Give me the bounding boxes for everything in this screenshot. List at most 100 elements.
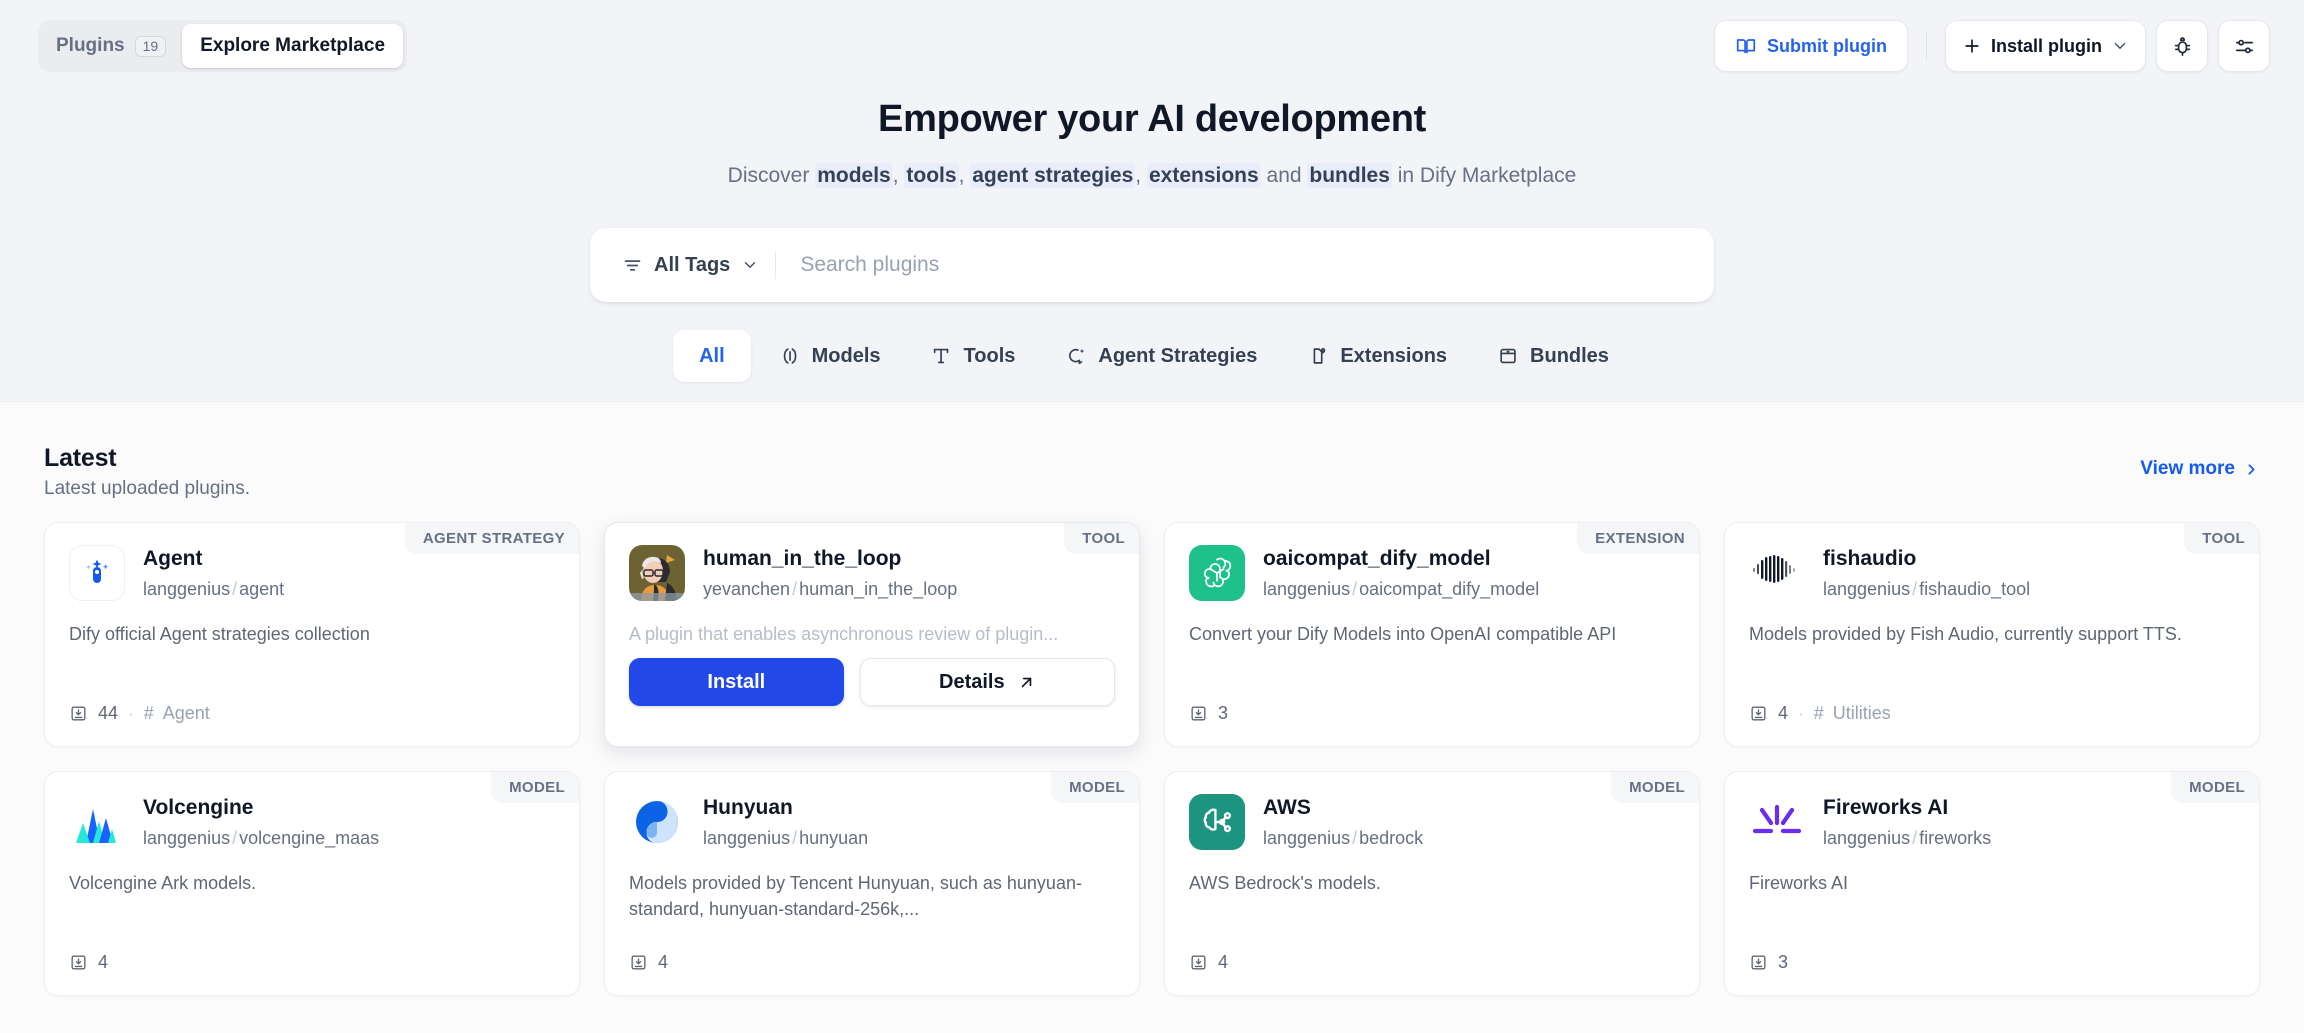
- plugin-name: Agent: [143, 545, 284, 573]
- tab-models-label: Models: [812, 345, 881, 368]
- tab-extensions[interactable]: Extensions: [1285, 330, 1469, 382]
- nav-tab-explore-marketplace[interactable]: Explore Marketplace: [182, 24, 403, 68]
- tools-icon: [931, 345, 953, 367]
- subtitle-link-extensions[interactable]: extensions: [1147, 163, 1261, 188]
- subtitle-link-agent-strategies[interactable]: agent strategies: [970, 163, 1135, 188]
- plugin-description: Volcengine Ark models.: [69, 870, 555, 896]
- debug-button[interactable]: [2156, 20, 2208, 72]
- tag-filter-dropdown[interactable]: All Tags: [590, 254, 775, 277]
- download-count: 4: [1778, 703, 1788, 724]
- hunyuan-icon: [629, 794, 685, 850]
- volcengine-icon: [69, 794, 125, 850]
- settings-button[interactable]: [2218, 20, 2270, 72]
- plugin-card-header: Fireworks AI langgenius/fireworks: [1749, 794, 2235, 850]
- plugin-card-hunyuan[interactable]: MODEL Hunyuan langgenius/hunyuan: [604, 771, 1140, 996]
- section-title: Latest: [44, 444, 2260, 473]
- plugin-meta: 3: [1749, 952, 1788, 973]
- plugin-name: oaicompat_dify_model: [1263, 545, 1539, 573]
- install-plugin-button[interactable]: Install plugin: [1945, 20, 2146, 72]
- details-button-label: Details: [939, 671, 1005, 694]
- plugin-description: Models provided by Fish Audio, currently…: [1749, 621, 2235, 647]
- hero-section: Plugins 19 Explore Marketplace Submit pl…: [0, 0, 2304, 402]
- submit-plugin-button[interactable]: Submit plugin: [1714, 20, 1908, 72]
- plugin-repo: langgenius/oaicompat_dify_model: [1263, 577, 1539, 601]
- plugin-card-header: human_in_the_loop yevanchen/human_in_the…: [629, 545, 1115, 601]
- plugin-org: langgenius: [1263, 579, 1350, 599]
- details-button[interactable]: Details: [860, 658, 1115, 706]
- content-area: Latest Latest uploaded plugins. View mor…: [0, 402, 2304, 996]
- tab-tools[interactable]: Tools: [909, 330, 1038, 382]
- plugin-meta: 4: [69, 952, 108, 973]
- plugin-card-header: Hunyuan langgenius/hunyuan: [629, 794, 1115, 850]
- aws-bedrock-icon: [1189, 794, 1245, 850]
- plugin-card-agent[interactable]: AGENT STRATEGY Agent langgenius/agent: [44, 522, 580, 747]
- plugin-card-fireworks-ai[interactable]: MODEL Fireworks AI langgenius/fireworks: [1724, 771, 2260, 996]
- plugin-org: langgenius: [1823, 828, 1910, 848]
- plugin-name: Volcengine: [143, 794, 379, 822]
- plugin-identity: Hunyuan langgenius/hunyuan: [703, 794, 868, 850]
- plugin-card-fishaudio[interactable]: TOOL: [1724, 522, 2260, 747]
- meta-separator: ·: [1798, 704, 1804, 724]
- subtitle-link-bundles[interactable]: bundles: [1307, 163, 1392, 188]
- download-icon: [1189, 953, 1208, 972]
- plugin-meta: 44 · # Agent: [69, 703, 210, 724]
- submit-plugin-label: Submit plugin: [1767, 36, 1887, 57]
- plugin-description: Convert your Dify Models into OpenAI com…: [1189, 621, 1675, 647]
- plugin-repo-name: bedrock: [1359, 828, 1423, 848]
- plugin-repo-name: volcengine_maas: [239, 828, 379, 848]
- download-icon: [1189, 704, 1208, 723]
- plugin-description: Dify official Agent strategies collectio…: [69, 621, 555, 647]
- nav-tab-plugins-label: Plugins: [56, 35, 125, 57]
- subtitle-link-tools[interactable]: tools: [904, 163, 958, 188]
- plugin-repo-name: agent: [239, 579, 284, 599]
- plugin-card-header: fishaudio langgenius/fishaudio_tool: [1749, 545, 2235, 601]
- plugin-description: Fireworks AI: [1749, 870, 2235, 896]
- plugin-org: langgenius: [1263, 828, 1350, 848]
- plugin-card-aws[interactable]: MODEL AWS langgenius/bedrock AWS Bedroc: [1164, 771, 1700, 996]
- plugin-name: Hunyuan: [703, 794, 868, 822]
- bug-icon: [2171, 35, 2194, 58]
- plugin-identity: AWS langgenius/bedrock: [1263, 794, 1423, 850]
- plugin-meta: 4: [1189, 952, 1228, 973]
- tab-models[interactable]: Models: [757, 330, 903, 382]
- tab-bundles-label: Bundles: [1530, 345, 1609, 368]
- tab-bundles[interactable]: Bundles: [1475, 330, 1631, 382]
- search-input[interactable]: [776, 253, 1714, 277]
- view-more-label: View more: [2140, 458, 2235, 480]
- plugin-repo: langgenius/hunyuan: [703, 826, 868, 850]
- plugin-description: A plugin that enables asynchronous revie…: [629, 621, 1115, 647]
- tab-all[interactable]: All: [673, 330, 751, 382]
- plugin-repo: langgenius/bedrock: [1263, 826, 1423, 850]
- plugin-type-badge: EXTENSION: [1577, 523, 1699, 554]
- plugin-card-header: AWS langgenius/bedrock: [1189, 794, 1675, 850]
- plugin-type-badge: MODEL: [1051, 772, 1139, 803]
- plugin-card-grid: AGENT STRATEGY Agent langgenius/agent: [44, 522, 2260, 996]
- models-icon: [779, 345, 801, 367]
- chevron-down-icon: [2111, 37, 2129, 55]
- plugin-repo: yevanchen/human_in_the_loop: [703, 577, 957, 601]
- fireworks-icon: [1749, 794, 1805, 850]
- plugin-org: langgenius: [143, 828, 230, 848]
- plugins-count-badge: 19: [135, 36, 167, 57]
- chevron-down-icon: [741, 256, 759, 274]
- plugin-card-human-in-the-loop[interactable]: TOOL: [604, 522, 1140, 747]
- extensions-icon: [1307, 345, 1329, 367]
- avatar-icon: [629, 545, 685, 601]
- category-tabs: All Models Tools: [673, 330, 1631, 382]
- plugin-meta: 4 · # Utilities: [1749, 703, 1891, 724]
- tag-filter-label: All Tags: [654, 254, 730, 277]
- plugin-card-oaicompat-dify-model[interactable]: EXTENSION oaicompat_dify_model: [1164, 522, 1700, 747]
- plugin-card-volcengine[interactable]: MODEL Volcengine langgenius/volcengine_m…: [44, 771, 580, 996]
- tab-all-label: All: [699, 345, 725, 368]
- plugin-org: langgenius: [703, 828, 790, 848]
- plugin-org: yevanchen: [703, 579, 790, 599]
- plus-icon: [1962, 36, 1982, 56]
- install-button[interactable]: Install: [629, 658, 844, 706]
- tab-agent-strategies[interactable]: Agent Strategies: [1043, 330, 1279, 382]
- download-icon: [1749, 953, 1768, 972]
- nav-tab-plugins[interactable]: Plugins 19: [42, 24, 180, 68]
- subtitle-link-models[interactable]: models: [815, 163, 893, 188]
- view-more-link[interactable]: View more: [2140, 458, 2260, 480]
- openai-icon: [1189, 545, 1245, 601]
- plugin-type-badge: MODEL: [1611, 772, 1699, 803]
